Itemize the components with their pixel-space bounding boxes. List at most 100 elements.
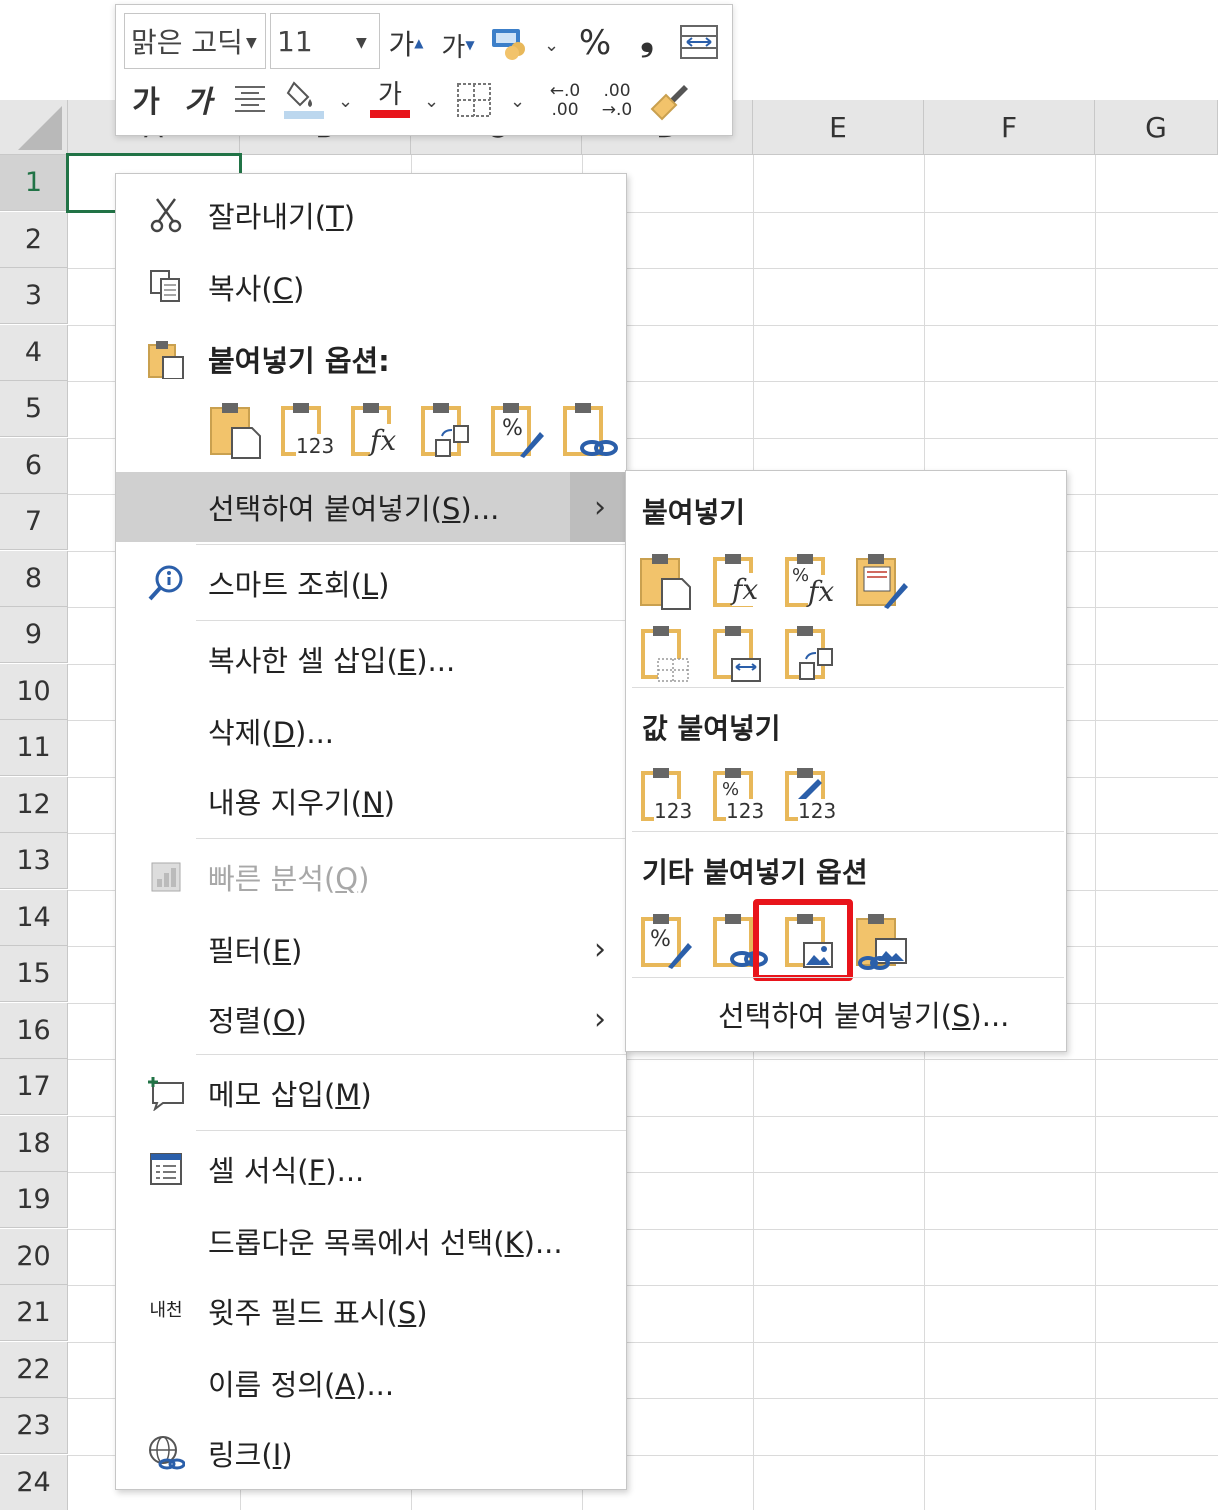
row-header-14[interactable]: 14 (0, 889, 68, 946)
percent-style-button[interactable]: % (572, 19, 618, 67)
accounting-dropdown-icon[interactable]: ⌄ (544, 35, 559, 56)
submenu-paste-keep-column-widths[interactable] (712, 625, 766, 683)
row-header-24[interactable]: 24 (0, 1454, 68, 1510)
borders-dropdown-icon[interactable]: ⌄ (510, 91, 525, 112)
submenu-paste-formulas[interactable]: fx (712, 553, 766, 611)
submenu-paste-values-source-format[interactable]: 123 (784, 767, 838, 825)
row-header-11[interactable]: 11 (0, 720, 68, 776)
row-header-9[interactable]: 9 (0, 607, 68, 663)
font-color-button[interactable]: 가 (368, 75, 412, 123)
menu-item-cut[interactable]: 잘라내기(T) (116, 180, 626, 250)
submenu-paste-formulas-number-format[interactable]: % fx (784, 553, 838, 611)
menu-item-copy[interactable]: 복사(C) (116, 252, 626, 322)
paste-options-header: 붙여넣기 옵션: (116, 324, 626, 394)
menu-item-link[interactable]: 링크(I) (116, 1418, 626, 1488)
column-gridline (1095, 155, 1096, 1510)
font-size-dropdown-icon[interactable]: ▼ (356, 35, 367, 51)
row-header-13[interactable]: 13 (0, 833, 68, 889)
font-name-box[interactable]: 맑은 고딕 (124, 13, 266, 69)
row-header-1[interactable]: 1 (0, 155, 68, 211)
paste-option-values[interactable]: 123 (280, 402, 335, 460)
insert-comment-label: 메모 삽입(M) (208, 1078, 372, 1112)
menu-item-filter[interactable]: 필터(E) › (116, 914, 626, 984)
align-center-icon[interactable] (230, 77, 270, 123)
filter-label: 필터(E) (208, 934, 303, 968)
row-header-8[interactable]: 8 (0, 550, 68, 607)
font-color-dropdown-icon[interactable]: ⌄ (424, 91, 439, 112)
column-header-e[interactable]: E (753, 100, 924, 155)
menu-item-insert-comment[interactable]: 메모 삽입(M) (116, 1058, 626, 1128)
grow-font-button[interactable]: 가 ▲ (386, 21, 426, 65)
accounting-format-icon[interactable] (488, 21, 532, 65)
sort-label: 정렬(O) (208, 1004, 307, 1038)
submenu-paste-values-number-format[interactable]: % 123 (712, 767, 766, 825)
menu-item-insert-copied-cells[interactable]: 복사한 셀 삽입(E)... (116, 624, 626, 694)
paste-pct-text: % (792, 565, 810, 586)
paste-option-transpose[interactable] (420, 402, 472, 460)
menu-item-define-name[interactable]: 이름 정의(A)... (116, 1348, 626, 1418)
increase-decimal-button[interactable]: ←.0 .00 (540, 77, 590, 125)
row-header-17[interactable]: 17 (0, 1059, 68, 1115)
menu-item-paste-special[interactable]: 선택하여 붙여넣기(S)... › (116, 472, 626, 542)
submenu-paste-keep-source[interactable] (856, 553, 912, 611)
grow-font-label: 가 (388, 28, 415, 61)
submenu-paste-no-borders[interactable] (640, 625, 694, 683)
keep-source-format-icon (856, 554, 908, 609)
submenu-paste-transpose[interactable] (784, 625, 838, 683)
merge-center-icon[interactable] (676, 19, 722, 65)
fill-color-dropdown-icon[interactable]: ⌄ (338, 91, 353, 112)
row-header-15[interactable]: 15 (0, 946, 68, 1002)
row-header-5[interactable]: 5 (0, 381, 68, 437)
submenu-paste-linked-picture[interactable] (856, 913, 912, 971)
row-header-3[interactable]: 3 (0, 268, 68, 324)
column-header-f[interactable]: F (924, 100, 1095, 155)
row-header-10[interactable]: 10 (0, 663, 68, 720)
submenu-paste-formatting[interactable]: % (640, 913, 696, 971)
smart-lookup-icon (146, 563, 186, 603)
paste-formulas-text: fx (370, 424, 397, 457)
row-header-4[interactable]: 4 (0, 324, 68, 381)
fill-color-icon[interactable] (282, 75, 326, 123)
submenu-separator (632, 977, 1064, 978)
row-header-16[interactable]: 16 (0, 1002, 68, 1059)
paste-option-paste[interactable] (210, 402, 262, 460)
submenu-paste-values[interactable]: 123 (640, 767, 694, 825)
italic-button[interactable]: 가 (178, 75, 218, 123)
chevron-right-icon: › (594, 1001, 606, 1037)
row-header-20[interactable]: 20 (0, 1228, 68, 1285)
paste-option-formatting[interactable]: % (490, 402, 546, 460)
paste-option-formulas[interactable]: fx (350, 402, 402, 460)
row-header-19[interactable]: 19 (0, 1172, 68, 1228)
copy-label: 복사(C) (208, 272, 305, 306)
submenu-paste-special-item[interactable]: 선택하여 붙여넣기(S)... (718, 993, 1009, 1035)
row-header-18[interactable]: 18 (0, 1115, 68, 1172)
column-header-g[interactable]: G (1095, 100, 1218, 155)
menu-item-delete[interactable]: 삭제(D)... (116, 696, 626, 766)
borders-icon[interactable] (454, 77, 494, 123)
row-header-2[interactable]: 2 (0, 211, 68, 268)
row-header-7[interactable]: 7 (0, 494, 68, 550)
row-header-6[interactable]: 6 (0, 437, 68, 494)
row-header-23[interactable]: 23 (0, 1398, 68, 1454)
menu-item-pick-from-dropdown[interactable]: 드롭다운 목록에서 선택(K)... (116, 1206, 626, 1276)
paste-special-submenu: 붙여넣기 fx % fx 값 붙여넣기 123 % 123 123 기타 붙여넣… (625, 470, 1067, 1052)
format-painter-icon[interactable] (646, 77, 692, 123)
formatting-pct-text: % (650, 927, 671, 952)
decrease-decimal-button[interactable]: .00 →.0 (592, 77, 642, 125)
menu-item-sort[interactable]: 정렬(O) › (116, 984, 626, 1054)
row-header-21[interactable]: 21 (0, 1285, 68, 1341)
row-header-22[interactable]: 22 (0, 1341, 68, 1398)
shrink-font-button[interactable]: 가 ▼ (438, 23, 478, 67)
menu-item-clear-contents[interactable]: 내용 지우기(N) (116, 766, 626, 836)
menu-item-format-cells[interactable]: 셀 서식(F)... (116, 1134, 626, 1204)
font-name-dropdown-icon[interactable]: ▼ (246, 35, 257, 51)
menu-item-smart-lookup[interactable]: 스마트 조회(L) (116, 548, 626, 618)
paste-option-link[interactable] (562, 402, 618, 460)
comma-style-button[interactable]: ❟ (632, 15, 662, 63)
paste-icon (146, 339, 186, 379)
submenu-paste-all[interactable] (640, 553, 694, 611)
row-header-12[interactable]: 12 (0, 776, 68, 833)
delete-label: 삭제(D)... (208, 716, 335, 750)
menu-item-phonetic-field[interactable]: 내천 윗주 필드 표시(S) (116, 1276, 626, 1346)
bold-button[interactable]: 가 (126, 75, 166, 123)
